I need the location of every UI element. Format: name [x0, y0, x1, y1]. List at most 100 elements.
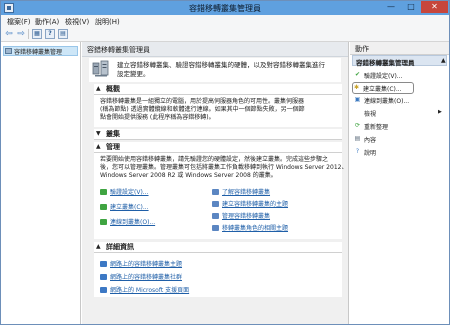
connect-to-cluster-link[interactable]: 連線到叢集(O)...	[100, 217, 155, 226]
intro-text: 建立容錯移轉叢集、驗證容錯移轉叢集的硬體，以及對容錯移轉叢集進行 設定變更。	[117, 61, 339, 79]
help-icon[interactable]: ?	[45, 29, 55, 39]
create-cluster-icon	[100, 204, 107, 210]
action-label: 重新整理	[364, 124, 389, 131]
submenu-arrow-icon: ▶	[438, 109, 442, 115]
migrate-roles-link[interactable]: 移轉叢集角色的相關主題	[212, 223, 288, 232]
validate-icon: ✔	[354, 71, 361, 78]
cluster-icon	[5, 48, 12, 54]
actions-header-title: 動作	[355, 45, 369, 53]
clusters-section-header[interactable]: ▼ 叢集	[94, 129, 342, 140]
manage-cluster-label: 管理容錯移轉叢集	[222, 213, 271, 220]
intro-banner: 建立容錯移轉叢集、驗證容錯移轉叢集的硬體，以及對容錯移轉叢集進行 設定變更。	[89, 58, 341, 82]
back-arrow-icon[interactable]: ⇦	[4, 29, 14, 39]
actions-group-header[interactable]: 容錯移轉叢集管理員 ▲	[352, 55, 447, 67]
cluster-servers-icon	[92, 60, 109, 77]
toolbar-separator	[28, 29, 29, 39]
action-label: 內容	[364, 137, 377, 144]
overview-line-2: (稱為節點) 透過實體纜線和軟體進行連線。如果其中一個節點失敗，另一個節	[100, 106, 305, 113]
manage-cluster-link[interactable]: 管理容錯移轉叢集	[212, 211, 270, 220]
microsoft-support-link[interactable]: 網路上的 Microsoft 支援頁面	[100, 285, 189, 294]
minimize-button[interactable]: —	[382, 1, 400, 13]
connect-icon	[100, 219, 107, 225]
show-hide-action-pane-icon[interactable]: ▤	[58, 29, 68, 39]
validate-configuration-link[interactable]: 驗證設定(V)...	[100, 187, 149, 196]
collapse-icon: ▲	[441, 57, 446, 64]
create-cluster-icon: ✱	[353, 84, 360, 91]
create-cluster-label: 建立叢集(C)...	[110, 204, 149, 211]
management-title: 管理	[106, 143, 120, 151]
menu-file[interactable]: 檔案(F)	[7, 17, 31, 27]
action-refresh[interactable]: ⟳ 重新整理	[354, 121, 444, 131]
collapse-icon: ▲	[96, 143, 101, 150]
web-community-link[interactable]: 網路上的容錯移轉叢集社群	[100, 272, 182, 281]
action-connect-to-cluster[interactable]: ▣ 連線到叢集(O)...	[354, 95, 444, 105]
forward-arrow-icon[interactable]: ⇨	[16, 29, 26, 39]
collapse-icon: ▲	[96, 85, 101, 92]
overview-section-body: 容錯移轉叢集是一組獨立的電腦，用於提高伺服器角色的可用性。叢集伺服器 (稱為節點…	[94, 95, 342, 127]
migrate-roles-label: 移轉叢集角色的相關主題	[222, 225, 289, 232]
management-section-header[interactable]: ▲ 管理	[94, 142, 342, 153]
create-cluster-link[interactable]: 建立叢集(C)...	[100, 202, 149, 211]
action-properties[interactable]: ▤ 內容	[354, 134, 444, 144]
menu-view[interactable]: 檢視(V)	[65, 17, 89, 27]
help-icon: ?	[355, 148, 360, 155]
more-info-title: 詳細資訊	[106, 243, 134, 251]
app-window: 容錯移轉叢集管理員 — □ ✕ 檔案(F) 動作(A) 檢視(V) 說明(H) …	[0, 0, 450, 325]
center-header-title: 容錯移轉叢集管理員	[87, 46, 150, 54]
refresh-icon: ⟳	[354, 122, 361, 129]
overview-section-header[interactable]: ▲ 概觀	[94, 84, 342, 95]
tree-item-label: 容錯移轉叢集管理	[14, 49, 63, 56]
connect-icon: ▣	[354, 96, 361, 103]
show-hide-tree-icon[interactable]: ▦	[32, 29, 42, 39]
maximize-button[interactable]: □	[402, 1, 420, 13]
learn-failover-clusters-link[interactable]: 了解容錯移轉叢集	[212, 187, 270, 196]
more-info-section-header[interactable]: ▲ 詳細資訊	[94, 242, 342, 253]
help-topic-icon	[212, 225, 219, 231]
action-label: 說明	[364, 150, 377, 157]
center-panel: 容錯移轉叢集管理員 建立容錯移轉叢集、驗證容錯移轉叢集的硬體，以及對容錯移轉叢集…	[82, 42, 349, 324]
web-topics-label: 網路上的容錯移轉叢集主題	[110, 261, 183, 268]
properties-icon: ▤	[354, 135, 361, 142]
management-line-3: Windows Server 2008 R2 或 Windows Server …	[100, 172, 277, 179]
connect-to-cluster-label: 連線到叢集(O)...	[110, 219, 156, 226]
web-community-label: 網路上的容錯移轉叢集社群	[110, 274, 183, 281]
action-view[interactable]: 檢視 ▶	[354, 108, 444, 118]
menu-action[interactable]: 動作(A)	[35, 17, 59, 27]
expand-icon: ▼	[96, 130, 101, 137]
help-topic-icon	[212, 189, 219, 195]
intro-text-line-1: 建立容錯移轉叢集、驗證容錯移轉叢集的硬體，以及對容錯移轉叢集進行	[117, 61, 325, 69]
collapse-icon: ▲	[96, 243, 101, 250]
create-cluster-topics-label: 建立容錯移轉叢集的主題	[222, 201, 289, 208]
action-label: 檢視	[364, 111, 377, 118]
overview-title: 概觀	[106, 85, 120, 93]
actions-header: 動作	[350, 42, 449, 55]
web-link-icon	[100, 287, 107, 293]
action-validate-configuration[interactable]: ✔ 驗證設定(V)...	[354, 70, 444, 80]
action-help[interactable]: ? 說明	[354, 147, 444, 157]
action-label: 建立叢集(C)...	[363, 86, 402, 93]
center-header: 容錯移轉叢集管理員	[82, 42, 348, 57]
overview-line-1: 容錯移轉叢集是一組獨立的電腦，用於提高伺服器角色的可用性。叢集伺服器	[100, 98, 305, 105]
management-line-2: 後，您可以管理叢集。管理叢集可包括將叢集工作負載移轉到執行 Windows Se…	[100, 164, 348, 171]
management-section-body: 若要開始使用容錯移轉叢集，請先驗證您的硬體設定，然後建立叢集。完成這些步驟之 後…	[94, 153, 347, 239]
help-topic-icon	[212, 201, 219, 207]
management-line-1: 若要開始使用容錯移轉叢集，請先驗證您的硬體設定，然後建立叢集。完成這些步驟之	[100, 156, 329, 163]
action-label: 驗證設定(V)...	[364, 73, 403, 80]
actions-pane: 動作 容錯移轉叢集管理員 ▲ ✔ 驗證設定(V)... ✱ 建立叢集(C)...…	[350, 42, 449, 324]
learn-failover-clusters-label: 了解容錯移轉叢集	[222, 189, 271, 196]
action-create-cluster[interactable]: ✱ 建立叢集(C)...	[352, 82, 414, 94]
title-bar[interactable]: 容錯移轉叢集管理員 — □ ✕	[1, 1, 449, 15]
tree-item-failover-cluster-manager[interactable]: 容錯移轉叢集管理	[3, 46, 78, 56]
web-topics-link[interactable]: 網路上的容錯移轉叢集主題	[100, 259, 182, 268]
close-button[interactable]: ✕	[421, 1, 448, 13]
toolbar: ⇦ ⇨ ▦ ? ▤	[1, 27, 449, 42]
navigation-tree: 容錯移轉叢集管理	[1, 42, 81, 324]
more-info-section-body: 網路上的容錯移轉叢集主題 網路上的容錯移轉叢集社群 網路上的 Microsoft…	[94, 253, 342, 297]
web-link-icon	[100, 261, 107, 267]
help-topic-icon	[212, 213, 219, 219]
overview-line-3: 點會開始提供服務 (此程序稱為容錯移轉)。	[100, 114, 215, 121]
menu-help[interactable]: 說明(H)	[95, 17, 120, 27]
create-cluster-topics-link[interactable]: 建立容錯移轉叢集的主題	[212, 199, 288, 208]
microsoft-support-label: 網路上的 Microsoft 支援頁面	[110, 287, 190, 294]
validate-configuration-label: 驗證設定(V)...	[110, 189, 149, 196]
